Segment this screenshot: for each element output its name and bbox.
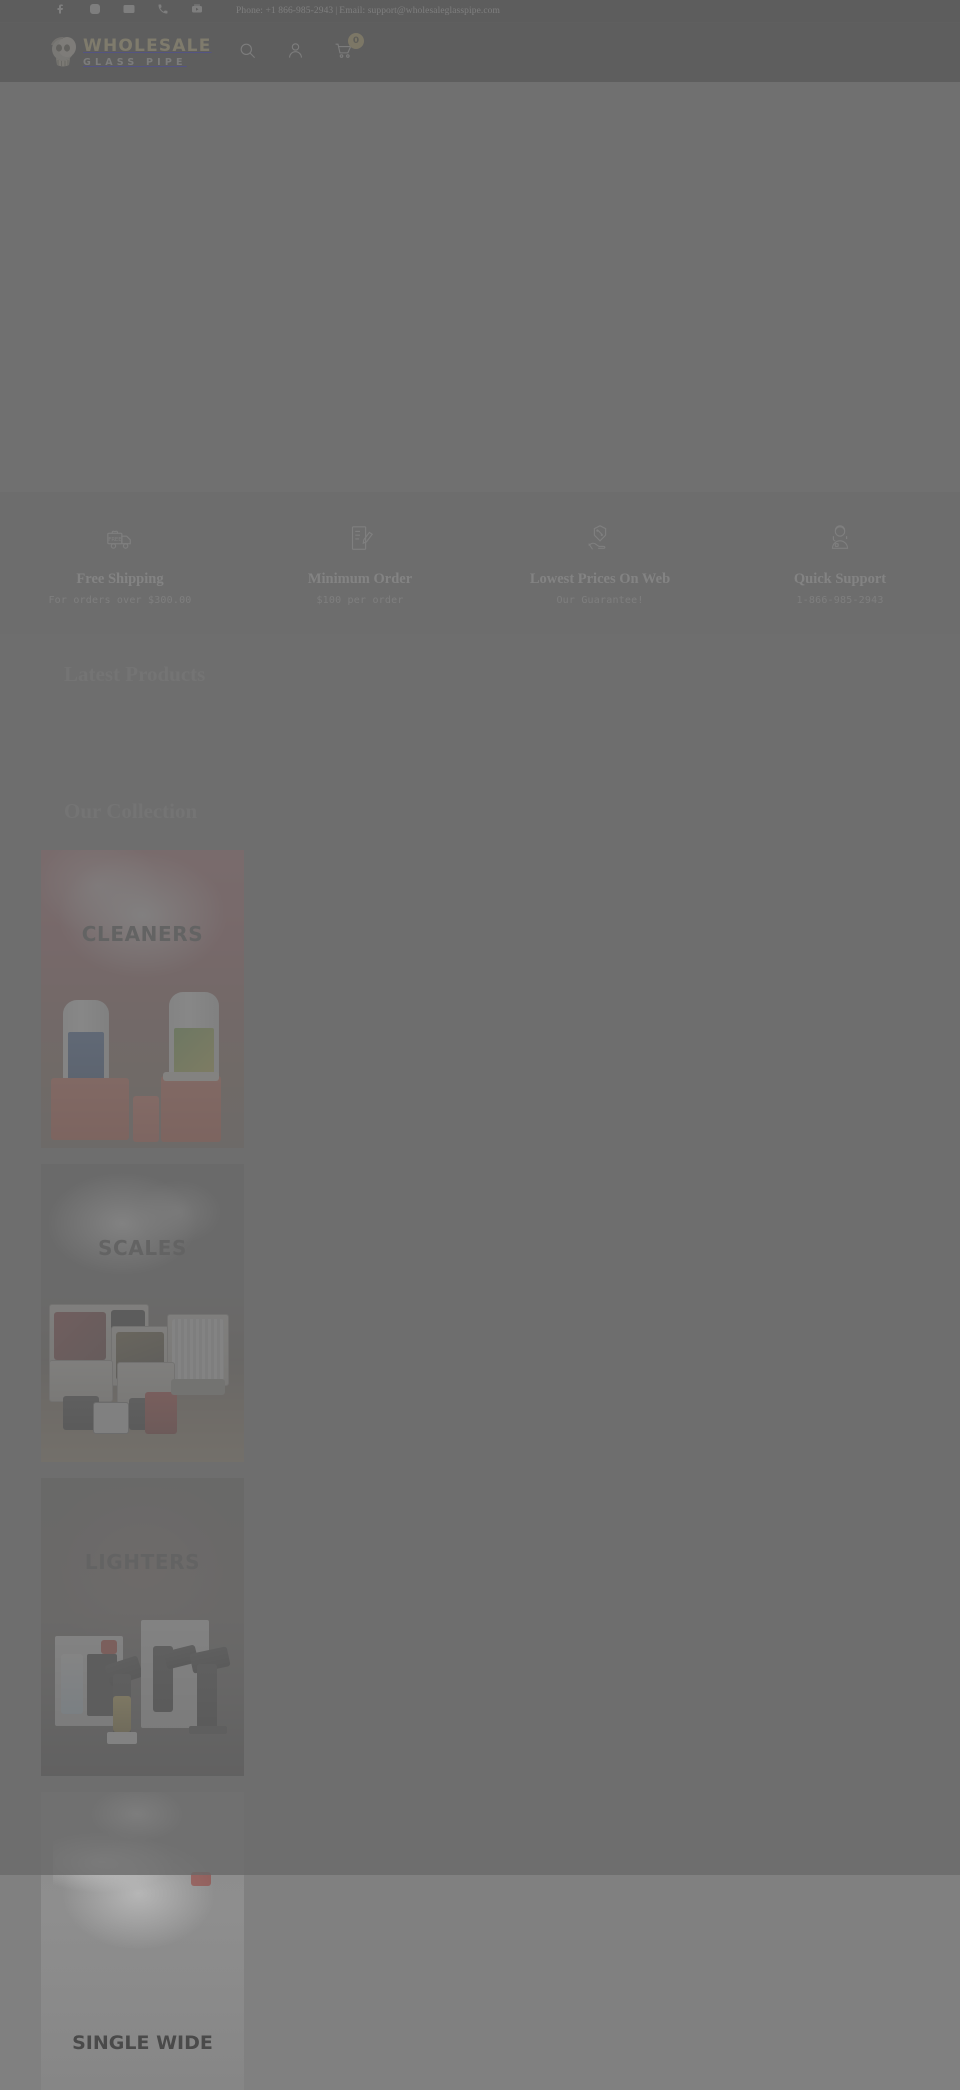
feature-minimum-order: Minimum Order $100 per order — [240, 518, 480, 606]
top-utility-bar: Phone: +1 866-985-2943 | Email: support@wh… — [0, 0, 960, 23]
feature-title: Minimum Order — [307, 571, 413, 587]
latest-products-section: Latest Products — [0, 634, 960, 771]
collection-card-scales[interactable]: SCALES — [41, 1164, 244, 1462]
card-image — [41, 1164, 244, 1462]
svg-text:FREE: FREE — [108, 537, 122, 543]
discount-hand-icon — [480, 518, 720, 558]
feature-free-shipping: FREE Free Shipping For orders over $300.… — [0, 518, 240, 606]
page-title-our-collection: Our Collection — [64, 799, 198, 823]
features-strip: FREE Free Shipping For orders over $300.… — [0, 492, 960, 634]
collection-card-lighters[interactable]: LIGHTERS — [41, 1478, 244, 1776]
feature-title: Free Shipping — [76, 571, 164, 587]
phone-icon — [157, 2, 169, 20]
feature-title: Lowest Prices On Web — [529, 571, 671, 587]
feature-lowest-prices: Lowest Prices On Web Our Guarantee! — [480, 518, 720, 606]
phone-link[interactable] — [146, 0, 180, 23]
feature-subtitle: 1-866-985-2943 — [796, 595, 884, 606]
email-icon — [123, 2, 135, 20]
phone-text: Phone: +1 866-985-2943 — [236, 6, 334, 16]
collection-card-single-wide[interactable]: SINGLE WIDE — [41, 1792, 244, 2090]
hero-banner[interactable] — [0, 82, 960, 492]
order-form-icon — [240, 518, 480, 558]
site-logo[interactable]: WHOLESALE GLASS PIPE — [48, 36, 212, 70]
collection-grid: CLEANERS SCALES LIGHTERS SINGLE WIDE — [0, 824, 960, 2090]
cart-count-badge: 0 — [348, 32, 364, 49]
support-agent-icon — [720, 518, 960, 558]
email-link[interactable] — [112, 0, 146, 23]
search-icon — [238, 41, 257, 65]
logo-primary-text: WHOLESALE — [83, 35, 212, 56]
page-root: Phone: +1 866-985-2943 | Email: support@wh… — [0, 0, 960, 2090]
logo-secondary-text: GLASS PIPE — [83, 56, 187, 68]
youtube-icon — [191, 2, 203, 20]
card-label: SCALES — [98, 1236, 187, 1260]
site-header: WHOLESALE GLASS PIPE 0 — [0, 23, 960, 82]
facebook-link[interactable] — [44, 0, 78, 23]
account-icon — [286, 41, 305, 65]
delivery-truck-icon: FREE — [0, 518, 240, 558]
latest-products-grid — [0, 687, 960, 771]
feature-title: Quick Support — [793, 571, 887, 587]
logo-wordmark: WHOLESALE GLASS PIPE — [83, 35, 212, 68]
feature-subtitle: For orders over $300.00 — [48, 595, 192, 606]
feature-subtitle: Our Guarantee! — [556, 595, 644, 606]
page-title-latest-products: Latest Products — [64, 662, 206, 686]
email-text: Email: support@wholesaleglasspipe.com — [339, 6, 501, 16]
feature-quick-support: Quick Support 1-866-985-2943 — [720, 518, 960, 606]
skull-logo-icon — [48, 36, 78, 70]
account-button[interactable] — [284, 42, 306, 64]
contact-info: Phone: +1 866-985-2943 | Email: support@wh… — [236, 6, 500, 16]
card-label: LIGHTERS — [84, 1550, 201, 1574]
instagram-icon — [89, 2, 101, 20]
our-collection-section: Our Collection CLEANERS SCALES LIGHTERS … — [0, 771, 960, 2090]
social-links — [44, 0, 214, 23]
cart-button[interactable]: 0 — [332, 32, 364, 64]
instagram-link[interactable] — [78, 0, 112, 23]
card-image — [41, 850, 244, 1148]
facebook-icon — [55, 2, 67, 20]
header-actions: 0 — [236, 23, 364, 82]
feature-subtitle: $100 per order — [316, 595, 404, 606]
card-label: SINGLE WIDE — [72, 2032, 213, 2054]
collection-card-cleaners[interactable]: CLEANERS — [41, 850, 244, 1148]
card-image — [41, 1478, 244, 1776]
card-label: CLEANERS — [81, 922, 204, 946]
youtube-link[interactable] — [180, 0, 214, 23]
search-button[interactable] — [236, 42, 258, 64]
